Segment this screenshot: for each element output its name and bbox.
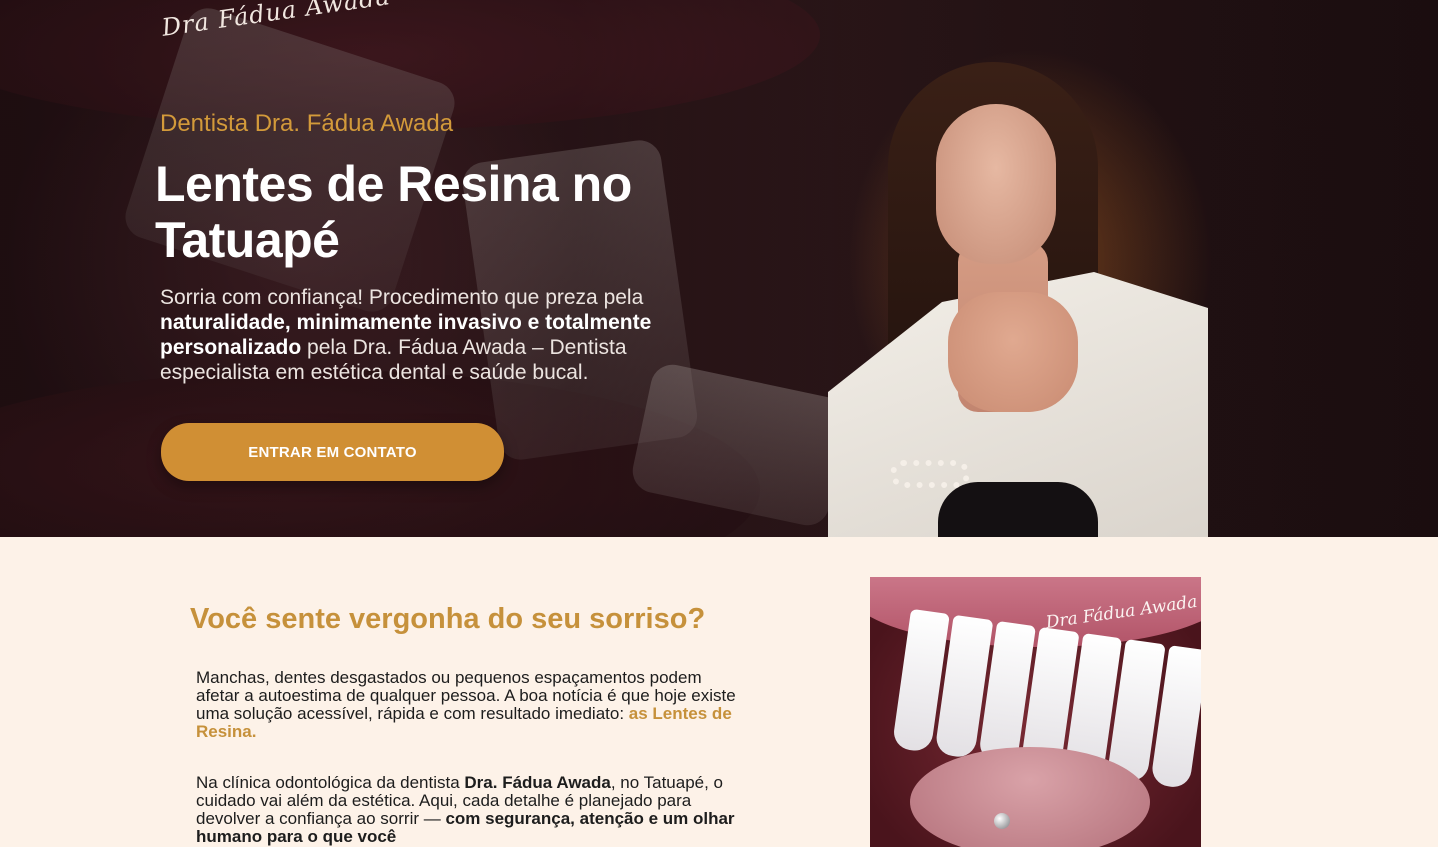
section-paragraph-2: Na clínica odontológica da dentista Dra.… bbox=[196, 774, 736, 846]
dentist-name: Dra. Fádua Awada bbox=[464, 773, 611, 792]
hero-description-intro: Sorria com confiança! Procedimento que p… bbox=[160, 286, 644, 309]
hero-section: Dra Fádua Awada Dentista Dra. Fádua Awad… bbox=[0, 0, 1438, 537]
section-title: Você sente vergonha do seu sorriso? bbox=[190, 603, 706, 635]
hero-description: Sorria com confiança! Procedimento que p… bbox=[160, 285, 720, 385]
smile-tongue bbox=[910, 747, 1150, 847]
paragraph-text: Na clínica odontológica da dentista bbox=[196, 773, 465, 792]
problem-section: Você sente vergonha do seu sorriso? Manc… bbox=[0, 537, 1438, 847]
page-title: Lentes de Resina no Tatuapé bbox=[155, 156, 632, 268]
portrait-hands bbox=[948, 292, 1078, 412]
portrait-top bbox=[938, 482, 1098, 537]
dentist-portrait bbox=[828, 42, 1208, 537]
contact-button[interactable]: ENTRAR EM CONTATO bbox=[161, 423, 504, 481]
portrait-bracelet bbox=[890, 460, 970, 488]
section-paragraph-1: Manchas, dentes desgastados ou pequenos … bbox=[196, 669, 736, 741]
hero-kicker: Dentista Dra. Fádua Awada bbox=[160, 110, 454, 137]
smile-result-image: Dra Fádua Awada bbox=[870, 577, 1201, 847]
smile-piercing bbox=[994, 813, 1010, 829]
portrait-face bbox=[936, 104, 1056, 264]
